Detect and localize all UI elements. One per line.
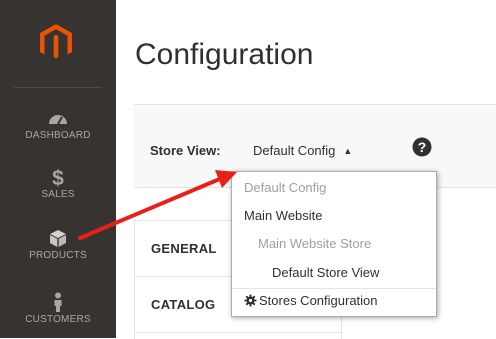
person-icon xyxy=(54,292,62,312)
tab-label: GENERAL xyxy=(151,241,217,256)
dropdown-item-main-website-store: Main Website Store xyxy=(258,236,372,251)
question-circle-icon[interactable]: ? xyxy=(412,137,432,157)
stores-configuration-label: Stores Configuration xyxy=(259,293,378,308)
sidebar-divider xyxy=(14,87,102,88)
sidebar-item-dashboard[interactable]: DASHBOARD xyxy=(0,108,116,141)
dropdown-divider xyxy=(232,288,436,289)
admin-sidebar: DASHBOARD $ SALES PRODUCTS CUSTOMERS xyxy=(0,0,116,338)
sidebar-item-products[interactable]: PRODUCTS xyxy=(0,228,116,261)
sidebar-item-label: PRODUCTS xyxy=(29,250,87,261)
sidebar-item-label: CUSTOMERS xyxy=(25,314,91,325)
svg-text:$: $ xyxy=(52,167,64,187)
gear-icon xyxy=(244,294,257,307)
speedometer-icon xyxy=(49,115,67,125)
tab-label: CATALOG xyxy=(151,297,216,312)
stores-configuration-link[interactable]: Stores Configuration xyxy=(244,293,378,308)
sidebar-item-label: DASHBOARD xyxy=(25,130,91,141)
store-view-label: Store View: xyxy=(150,143,221,158)
store-view-dropdown: Default Config Main Website Main Website… xyxy=(231,171,437,317)
dropdown-item-main-website[interactable]: Main Website xyxy=(244,208,323,223)
cube-icon xyxy=(50,230,66,247)
sidebar-item-customers[interactable]: CUSTOMERS xyxy=(0,292,116,325)
sidebar-item-sales[interactable]: $ SALES xyxy=(0,167,116,200)
page-title: Configuration xyxy=(135,38,314,71)
dollar-icon: $ xyxy=(52,167,64,187)
svg-text:?: ? xyxy=(418,139,427,155)
sidebar-item-label: SALES xyxy=(41,189,75,200)
store-view-value: Default Config xyxy=(253,143,336,158)
magento-logo-icon[interactable] xyxy=(36,22,76,62)
store-view-switcher[interactable]: Default Config ▲ xyxy=(253,143,352,158)
dropdown-item-default-store-view[interactable]: Default Store View xyxy=(272,265,379,280)
caret-up-icon: ▲ xyxy=(343,146,353,156)
dropdown-item-default-config: Default Config xyxy=(244,180,327,195)
